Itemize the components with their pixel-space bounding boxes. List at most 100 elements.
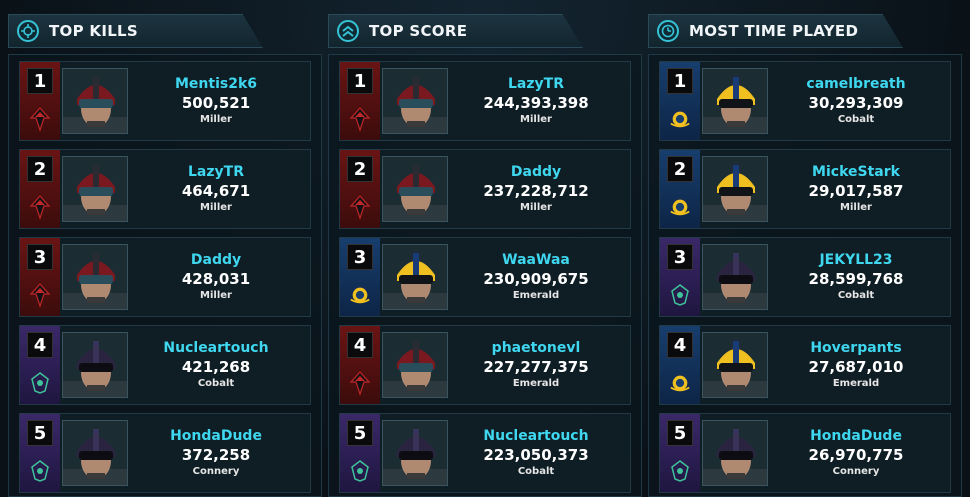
player-server: Miller bbox=[840, 202, 872, 213]
player-server: Emerald bbox=[832, 378, 880, 389]
faction-strip: 5 bbox=[340, 414, 380, 492]
player-avatar bbox=[382, 68, 448, 134]
leaderboard-row[interactable]: 5 Nucleartouch 223,050,373 Cobalt bbox=[339, 413, 631, 493]
rank-badge: 1 bbox=[347, 68, 373, 94]
leaderboard-row[interactable]: 2 LazyTR 464,671 Miller bbox=[19, 149, 311, 229]
player-info: Daddy 428,031 Miller bbox=[128, 238, 310, 316]
chevrons-up-icon bbox=[337, 20, 359, 42]
rank-badge: 5 bbox=[667, 420, 693, 446]
faction-vs-icon bbox=[669, 284, 691, 306]
player-name[interactable]: HondaDude bbox=[170, 427, 262, 445]
player-name[interactable]: Nucleartouch bbox=[483, 427, 588, 445]
player-avatar bbox=[382, 156, 448, 222]
player-stat-value: 421,268 bbox=[181, 358, 251, 376]
faction-strip: 3 bbox=[20, 238, 60, 316]
player-name[interactable]: Nucleartouch bbox=[163, 339, 268, 357]
player-info: Mentis2k6 500,521 Miller bbox=[128, 62, 310, 140]
player-info: MickeStark 29,017,587 Miller bbox=[768, 150, 950, 228]
leaderboard-row[interactable]: 2 Daddy 237,228,712 Miller bbox=[339, 149, 631, 229]
player-avatar bbox=[702, 420, 768, 486]
player-stat-value: 464,671 bbox=[181, 182, 251, 200]
leaderboard-row[interactable]: 3 JEKYLL23 28,599,768 Cobalt bbox=[659, 237, 951, 317]
player-name[interactable]: Daddy bbox=[191, 251, 241, 269]
faction-strip: 5 bbox=[660, 414, 700, 492]
leaderboard-row[interactable]: 5 HondaDude 372,258 Connery bbox=[19, 413, 311, 493]
player-stat-value: 244,393,398 bbox=[483, 94, 589, 112]
leaderboard-row[interactable]: 1 camelbreath 30,293,309 Cobalt bbox=[659, 61, 951, 141]
player-stat-value: 29,017,587 bbox=[808, 182, 904, 200]
rank-badge: 4 bbox=[347, 332, 373, 358]
leaderboard-row[interactable]: 1 LazyTR 244,393,398 Miller bbox=[339, 61, 631, 141]
faction-tr-icon bbox=[29, 195, 51, 220]
column-header: TOP SCORE bbox=[328, 14, 583, 48]
leaderboard-row[interactable]: 4 Hoverpants 27,687,010 Emerald bbox=[659, 325, 951, 405]
player-server: Cobalt bbox=[837, 114, 875, 125]
leaderboard-row[interactable]: 4 phaetonevl 227,277,375 Emerald bbox=[339, 325, 631, 405]
player-name[interactable]: HondaDude bbox=[810, 427, 902, 445]
player-stat-value: 500,521 bbox=[181, 94, 251, 112]
leaderboard-row[interactable]: 3 WaaWaa 230,909,675 Emerald bbox=[339, 237, 631, 317]
column-title: TOP KILLS bbox=[49, 22, 139, 40]
player-info: camelbreath 30,293,309 Cobalt bbox=[768, 62, 950, 140]
column-header: TOP KILLS bbox=[8, 14, 263, 48]
player-avatar bbox=[702, 332, 768, 398]
player-server: Cobalt bbox=[517, 466, 555, 477]
player-avatar bbox=[62, 420, 128, 486]
leaderboard-row[interactable]: 3 Daddy 428,031 Miller bbox=[19, 237, 311, 317]
leaderboard-panel: 1 camelbreath 30,293,309 Cobalt 2 MickeStark 2… bbox=[648, 54, 962, 497]
faction-strip: 2 bbox=[660, 150, 700, 228]
rank-badge: 3 bbox=[27, 244, 53, 270]
rank-badge: 4 bbox=[667, 332, 693, 358]
player-info: phaetonevl 227,277,375 Emerald bbox=[448, 326, 630, 404]
player-avatar bbox=[382, 332, 448, 398]
player-name[interactable]: LazyTR bbox=[188, 163, 244, 181]
faction-strip: 1 bbox=[660, 62, 700, 140]
player-info: Nucleartouch 223,050,373 Cobalt bbox=[448, 414, 630, 492]
player-name[interactable]: WaaWaa bbox=[502, 251, 570, 269]
faction-tr-icon bbox=[349, 195, 371, 220]
player-stat-value: 428,031 bbox=[181, 270, 251, 288]
player-avatar bbox=[62, 156, 128, 222]
leaderboard-row[interactable]: 2 MickeStark 29,017,587 Miller bbox=[659, 149, 951, 229]
crosshair-icon bbox=[17, 20, 39, 42]
faction-nc-icon bbox=[669, 196, 691, 218]
player-name[interactable]: phaetonevl bbox=[492, 339, 581, 357]
player-name[interactable]: camelbreath bbox=[806, 75, 905, 93]
player-name[interactable]: Hoverpants bbox=[810, 339, 901, 357]
rank-badge: 3 bbox=[667, 244, 693, 270]
leaderboard-row[interactable]: 5 HondaDude 26,970,775 Connery bbox=[659, 413, 951, 493]
player-stat-value: 372,258 bbox=[181, 446, 251, 464]
faction-vs-icon bbox=[349, 460, 371, 482]
faction-strip: 2 bbox=[20, 150, 60, 228]
faction-strip: 2 bbox=[340, 150, 380, 228]
player-stat-value: 28,599,768 bbox=[808, 270, 904, 288]
player-server: Emerald bbox=[512, 290, 560, 301]
player-avatar bbox=[62, 244, 128, 310]
player-stat-value: 223,050,373 bbox=[483, 446, 589, 464]
player-name[interactable]: LazyTR bbox=[508, 75, 564, 93]
faction-strip: 5 bbox=[20, 414, 60, 492]
rank-badge: 1 bbox=[27, 68, 53, 94]
leaderboard-column: MOST TIME PLAYED 1 camelbreath 30,293,309 Co… bbox=[648, 14, 962, 497]
player-name[interactable]: JEKYLL23 bbox=[819, 251, 892, 269]
player-server: Miller bbox=[200, 202, 232, 213]
player-server: Emerald bbox=[512, 378, 560, 389]
leaderboard-panel: 1 Mentis2k6 500,521 Miller 2 LazyTR 464,671 Mil… bbox=[8, 54, 322, 497]
faction-nc-icon bbox=[669, 372, 691, 394]
player-avatar bbox=[382, 244, 448, 310]
faction-strip: 3 bbox=[340, 238, 380, 316]
leaderboard-column: TOP KILLS 1 Mentis2k6 500,521 Miller 2 LazyTR 4… bbox=[8, 14, 322, 497]
faction-strip: 1 bbox=[20, 62, 60, 140]
player-server: Cobalt bbox=[837, 290, 875, 301]
leaderboard-row[interactable]: 1 Mentis2k6 500,521 Miller bbox=[19, 61, 311, 141]
player-avatar bbox=[702, 244, 768, 310]
column-title: TOP SCORE bbox=[369, 22, 468, 40]
faction-strip: 4 bbox=[660, 326, 700, 404]
player-name[interactable]: Daddy bbox=[511, 163, 561, 181]
faction-tr-icon bbox=[29, 107, 51, 132]
player-name[interactable]: Mentis2k6 bbox=[175, 75, 257, 93]
player-avatar bbox=[702, 68, 768, 134]
player-name[interactable]: MickeStark bbox=[812, 163, 900, 181]
player-info: LazyTR 464,671 Miller bbox=[128, 150, 310, 228]
leaderboard-row[interactable]: 4 Nucleartouch 421,268 Cobalt bbox=[19, 325, 311, 405]
